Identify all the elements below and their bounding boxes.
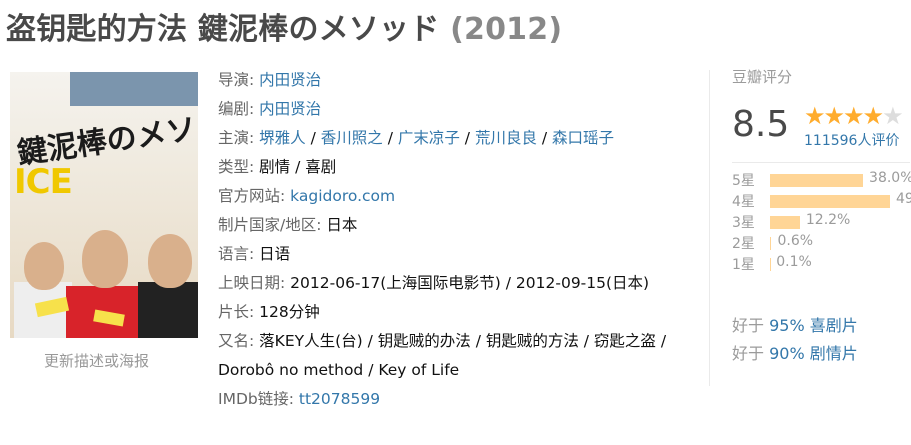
language-value: 日语	[259, 245, 291, 263]
writer-row: 编剧: 内田贤治	[218, 100, 322, 118]
imdb-link[interactable]: tt2078599	[299, 390, 380, 408]
rating-score: 8.5	[732, 104, 790, 145]
cast-link[interactable]: 荒川良良	[475, 129, 537, 147]
language-label: 语言	[218, 245, 250, 263]
rating-bar-fill	[770, 195, 890, 208]
movie-year: (2012)	[450, 12, 563, 47]
genre-value: 剧情 / 喜剧	[259, 158, 337, 176]
rating-bar-fill	[770, 216, 800, 229]
country-row: 制片国家/地区: 日本	[218, 216, 358, 234]
better-than-link[interactable]: 95% 喜剧片	[769, 316, 858, 335]
page-title: 盗钥匙的方法 鍵泥棒のメソッド (2012)	[6, 4, 562, 48]
cast-row: 主演: 堺雅人 / 香川照之 / 广末凉子 / 荒川良良 / 森口瑶子	[218, 129, 615, 147]
rating-bar-percent: 49.0%	[896, 191, 911, 207]
aka-value: 落KEY人生(台) / 钥匙贼的办法 / 钥匙贼的方法 / 窃匙之盗 / Dor…	[218, 332, 667, 379]
rating-bar-label: 5星	[732, 173, 755, 189]
rating-bar-fill	[770, 237, 772, 250]
half-star-icon: ★	[882, 102, 903, 130]
poster-figure-woman-face	[24, 242, 64, 290]
director-label: 导演	[218, 71, 250, 89]
aka-label: 又名	[218, 332, 250, 350]
site-label: 官方网站	[218, 187, 281, 205]
imdb-label: IMDb链接	[218, 390, 289, 408]
rating-bar-label: 3星	[732, 215, 755, 231]
star-icon: ★	[862, 102, 884, 130]
rating-panel: 豆瓣评分 8.5 ★★★★★ 111596人评价 5星38.0%4星49.0%3…	[732, 66, 911, 363]
genre-label: 类型	[218, 158, 250, 176]
director-link[interactable]: 内田贤治	[259, 71, 321, 89]
runtime-label: 片长	[218, 303, 250, 321]
update-poster-link[interactable]: 更新描述或海报	[44, 350, 149, 371]
better-than-prefix: 好于	[732, 344, 765, 363]
better-than-row: 好于 95% 喜剧片	[732, 312, 858, 336]
rating-label: 豆瓣评分	[732, 68, 793, 86]
poster-ic-text: ICE	[14, 162, 73, 202]
release-row: 上映日期: 2012-06-17(上海国际电影节) / 2012-09-15(日…	[218, 274, 650, 292]
poster-car-image	[70, 72, 198, 106]
cast-link[interactable]: 香川照之	[321, 129, 383, 147]
cast-label: 主演	[218, 129, 250, 147]
poster-title-text: 鍵泥棒のメソッド	[15, 103, 198, 172]
better-than-prefix: 好于	[732, 316, 765, 335]
imdb-row: IMDb链接: tt2078599	[218, 390, 381, 408]
rating-bar-percent: 0.1%	[776, 254, 812, 270]
country-label: 制片国家/地区	[218, 216, 317, 234]
release-label: 上映日期	[218, 274, 281, 292]
aka-row: 又名: 落KEY人生(台) / 钥匙贼的办法 / 钥匙贼的方法 / 窃匙之盗 /…	[218, 332, 667, 379]
rating-bar-percent: 0.6%	[777, 233, 814, 249]
better-than-row: 好于 90% 剧情片	[732, 340, 858, 364]
rating-bar-percent: 12.2%	[805, 212, 851, 228]
poster-figure-right-body	[138, 282, 198, 338]
poster-figure-right-face	[148, 234, 192, 288]
star-icon: ★	[823, 102, 845, 130]
writer-link[interactable]: 内田贤治	[259, 100, 321, 118]
country-value: 日本	[326, 216, 358, 234]
rating-bar-label: 2星	[732, 236, 755, 252]
star-rating: ★★★★★	[804, 102, 904, 130]
star-icon: ★	[804, 102, 825, 130]
divider	[732, 162, 910, 163]
runtime-value: 128分钟	[259, 303, 320, 321]
better-than-link[interactable]: 90% 剧情片	[769, 344, 858, 363]
director-row: 导演: 内田贤治	[218, 71, 322, 89]
rating-bar-fill	[770, 174, 864, 187]
runtime-row: 片长: 128分钟	[218, 303, 320, 321]
movie-title: 盗钥匙的方法 鍵泥棒のメソッド	[6, 12, 440, 47]
language-row: 语言: 日语	[218, 245, 291, 263]
site-link[interactable]: kagidoro.com	[290, 187, 395, 205]
cast-link[interactable]: 广末凉子	[398, 129, 460, 147]
rating-bar-percent: 38.0%	[869, 170, 911, 186]
release-value: 2012-06-17(上海国际电影节) / 2012-09-15(日本)	[290, 274, 650, 292]
genre-row: 类型: 剧情 / 喜剧	[218, 158, 337, 176]
cast-link[interactable]: 森口瑶子	[552, 129, 614, 147]
site-row: 官方网站: kagidoro.com	[218, 187, 396, 205]
movie-info: 导演: 内田贤治 编剧: 内田贤治 主演: 堺雅人 / 香川照之 / 广末凉子 …	[218, 66, 688, 414]
star-icon: ★	[843, 102, 864, 130]
writer-label: 编剧	[218, 100, 250, 118]
poster-figure-man-face	[82, 230, 128, 288]
movie-poster[interactable]: 鍵泥棒のメソッド ICE	[10, 72, 198, 338]
rating-votes-link[interactable]: 111596人评价	[804, 130, 899, 150]
cast-link[interactable]: 堺雅人	[259, 129, 306, 147]
rating-bar-label: 1星	[732, 257, 755, 273]
divider	[709, 70, 710, 386]
rating-bar-label: 4星	[732, 194, 755, 210]
